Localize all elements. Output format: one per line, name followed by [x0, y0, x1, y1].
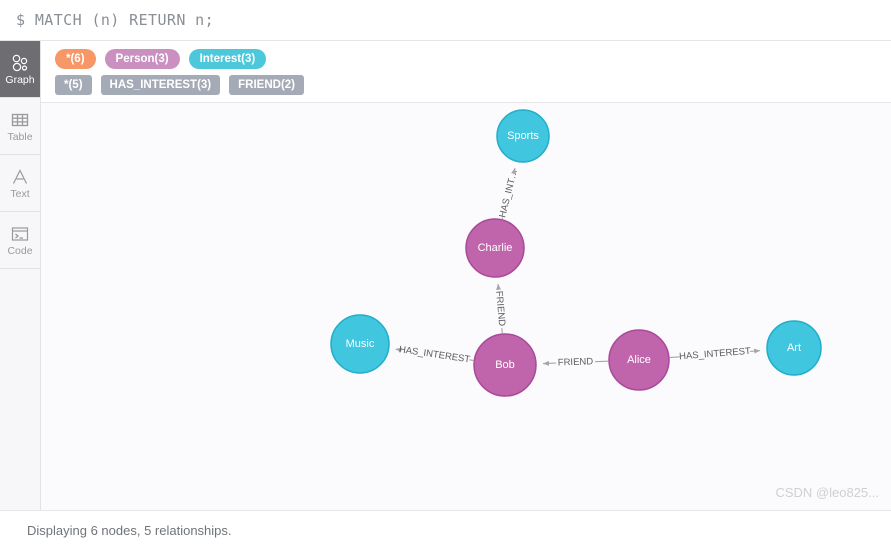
- graph-node[interactable]: Music: [331, 315, 389, 373]
- edges-layer: HAS_INT… FRIEND HAS_INTEREST FRIEND HAS_INTE…: [396, 168, 760, 369]
- sidebar-item-code-label: Code: [7, 246, 32, 257]
- view-mode-sidebar: Graph Table Text: [0, 41, 41, 510]
- rel-chip-all[interactable]: *(5): [55, 75, 92, 95]
- graph-node[interactable]: Alice: [609, 330, 669, 390]
- sidebar-item-code[interactable]: Code: [0, 212, 40, 269]
- nodes-layer: Sports Charlie Music Bob Alice Art: [331, 110, 821, 396]
- code-icon: [10, 224, 30, 244]
- rel-chip-friend[interactable]: FRIEND(2): [229, 75, 304, 95]
- sidebar-item-table-label: Table: [7, 132, 32, 143]
- relationship-label: HAS_INT…: [497, 168, 520, 219]
- graph-node[interactable]: Sports: [497, 110, 549, 162]
- status-bar: Displaying 6 nodes, 5 relationships.: [0, 510, 891, 550]
- graph-svg: HAS_INT… FRIEND HAS_INTEREST FRIEND HAS_INTE…: [41, 103, 891, 466]
- relationship-line[interactable]: [750, 351, 760, 352]
- table-icon: [10, 110, 30, 130]
- relationship-chip-row: *(5) HAS_INTEREST(3) FRIEND(2): [41, 73, 891, 103]
- sidebar-item-text[interactable]: Text: [0, 155, 40, 212]
- graph-panel: *(6) Person(3) Interest(3) *(5) HAS_INTE…: [41, 41, 891, 510]
- relationship-line[interactable]: [469, 360, 473, 361]
- graph-icon: [10, 53, 30, 73]
- rel-chip-has-interest[interactable]: HAS_INTEREST(3): [101, 75, 221, 95]
- query-text: $ MATCH (n) RETURN n;: [16, 11, 214, 29]
- node-circle[interactable]: [497, 110, 549, 162]
- relationship-line[interactable]: [396, 349, 400, 350]
- sidebar-item-text-label: Text: [10, 189, 29, 200]
- graph-node[interactable]: Charlie: [466, 219, 524, 277]
- sidebar-item-graph[interactable]: Graph: [0, 41, 40, 98]
- result-body: Graph Table Text: [0, 41, 891, 510]
- graph-canvas[interactable]: HAS_INT… FRIEND HAS_INTEREST FRIEND HAS_INTE…: [41, 103, 891, 510]
- label-chip-interest[interactable]: Interest(3): [189, 49, 267, 69]
- relationship-label: HAS_INTEREST: [679, 346, 752, 363]
- sidebar-item-graph-label: Graph: [5, 75, 34, 86]
- node-label-chip-row: *(6) Person(3) Interest(3): [41, 41, 891, 73]
- node-circle[interactable]: [331, 315, 389, 373]
- graph-node[interactable]: Art: [767, 321, 821, 375]
- label-chip-person[interactable]: Person(3): [105, 49, 180, 69]
- query-bar[interactable]: $ MATCH (n) RETURN n;: [0, 0, 891, 41]
- node-circle[interactable]: [466, 219, 524, 277]
- relationship-label: FRIEND: [493, 290, 507, 326]
- relationship-line[interactable]: [670, 357, 680, 358]
- node-circle[interactable]: [474, 334, 536, 396]
- relationship-label: FRIEND: [558, 356, 594, 368]
- graph-node[interactable]: Bob: [474, 334, 536, 396]
- label-chip-all[interactable]: *(6): [55, 49, 96, 69]
- text-icon: [10, 167, 30, 187]
- relationship-label: HAS_INTEREST: [398, 344, 471, 365]
- node-circle[interactable]: [767, 321, 821, 375]
- sidebar-item-table[interactable]: Table: [0, 98, 40, 155]
- node-circle[interactable]: [609, 330, 669, 390]
- status-text: Displaying 6 nodes, 5 relationships.: [27, 523, 232, 538]
